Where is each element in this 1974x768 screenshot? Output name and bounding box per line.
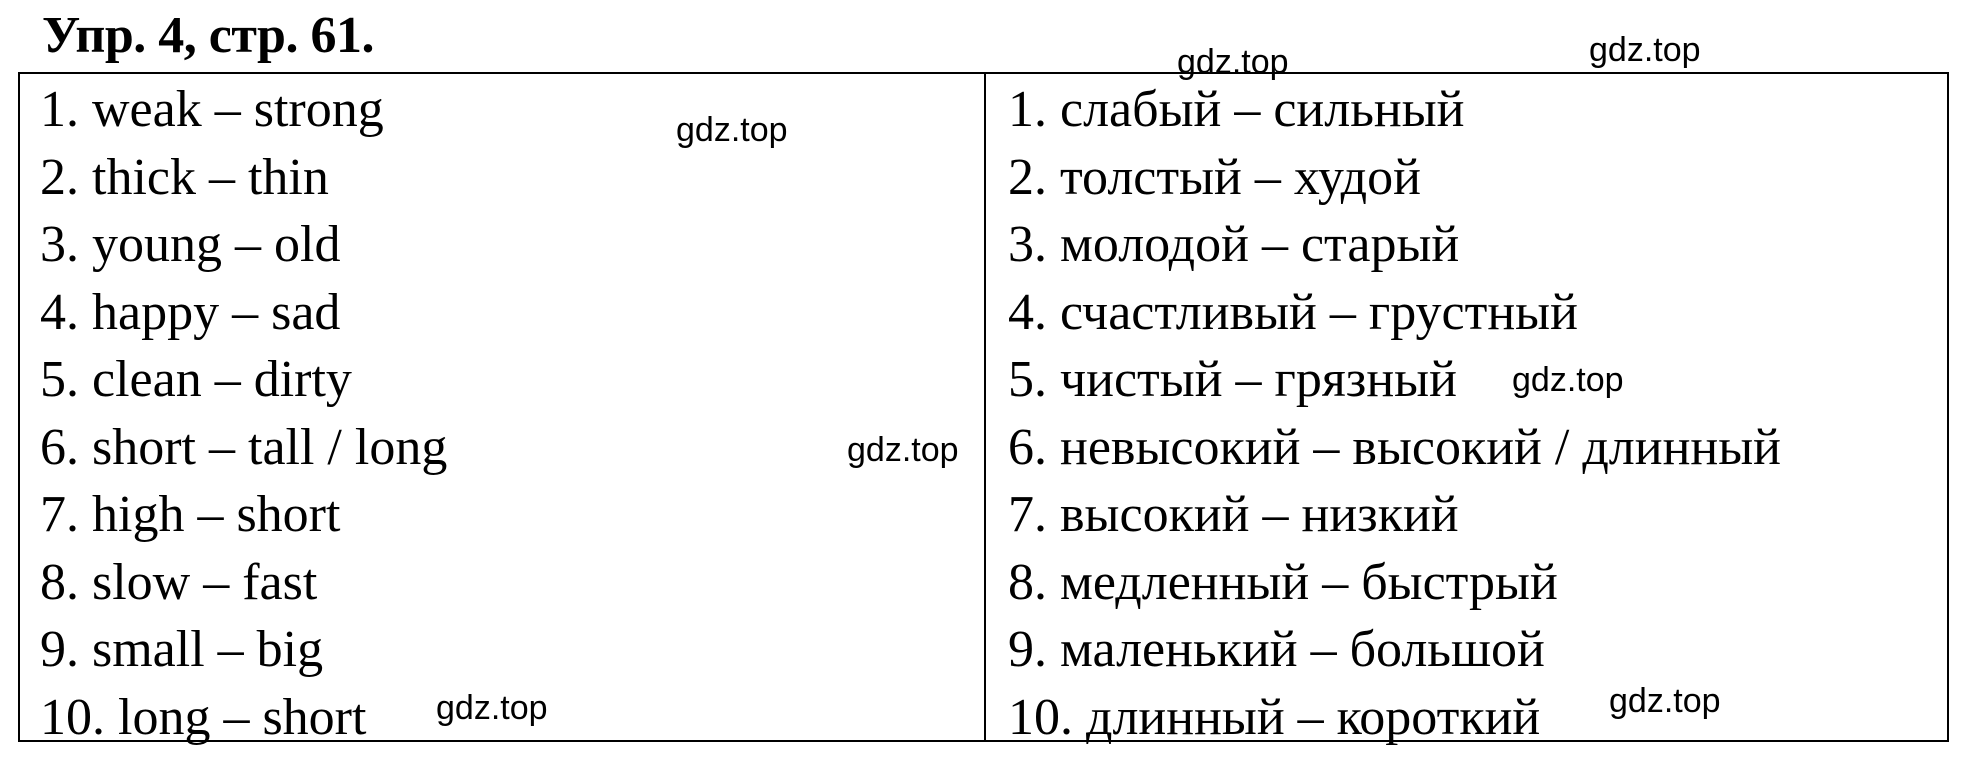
english-column: 1. weak – strong 2. thick – thin 3. youn… [40, 76, 447, 751]
russian-pair: 9. маленький – большой [1008, 621, 1545, 678]
watermark: gdz.top [847, 431, 959, 469]
russian-pair: 6. невысокий – высокий / длинный [1008, 418, 1781, 476]
watermark: gdz.top [1589, 31, 1701, 69]
russian-pair: 5. чистый – грязный [1008, 351, 1457, 408]
russian-pair: 1. слабый – сильный [1008, 81, 1465, 138]
english-pair: 3. young – old [40, 216, 341, 273]
russian-pair: 8. медленный – быстрый [1008, 553, 1558, 611]
watermark: gdz.top [1177, 43, 1289, 81]
russian-pair: 4. счастливый – грустный [1008, 283, 1578, 341]
english-pair: 5. clean – dirty [40, 351, 352, 408]
column-divider [984, 72, 986, 742]
english-pair: 9. small – big [40, 621, 324, 678]
english-pair: 7. high – short [40, 486, 341, 543]
russian-pair: 2. толстый – худой [1008, 148, 1421, 206]
russian-column: 1. слабый – сильный 2. толстый – худой 3… [1008, 76, 1781, 751]
english-pair: 1. weak – strong [40, 81, 384, 138]
english-pair: 6. short – tall / long [40, 418, 448, 476]
watermark: gdz.top [676, 111, 788, 149]
russian-pair: 3. молодой – старый [1008, 216, 1460, 273]
exercise-title: Упр. 4, стр. 61. [42, 7, 374, 64]
watermark: gdz.top [1512, 361, 1624, 399]
watermark: gdz.top [436, 689, 548, 727]
english-pair: 8. slow – fast [40, 553, 318, 611]
english-pair: 10. long – short [40, 688, 367, 746]
watermark: gdz.top [1609, 682, 1721, 720]
english-pair: 4. happy – sad [40, 283, 341, 341]
russian-pair: 7. высокий – низкий [1008, 486, 1459, 543]
english-pair: 2. thick – thin [40, 148, 329, 206]
